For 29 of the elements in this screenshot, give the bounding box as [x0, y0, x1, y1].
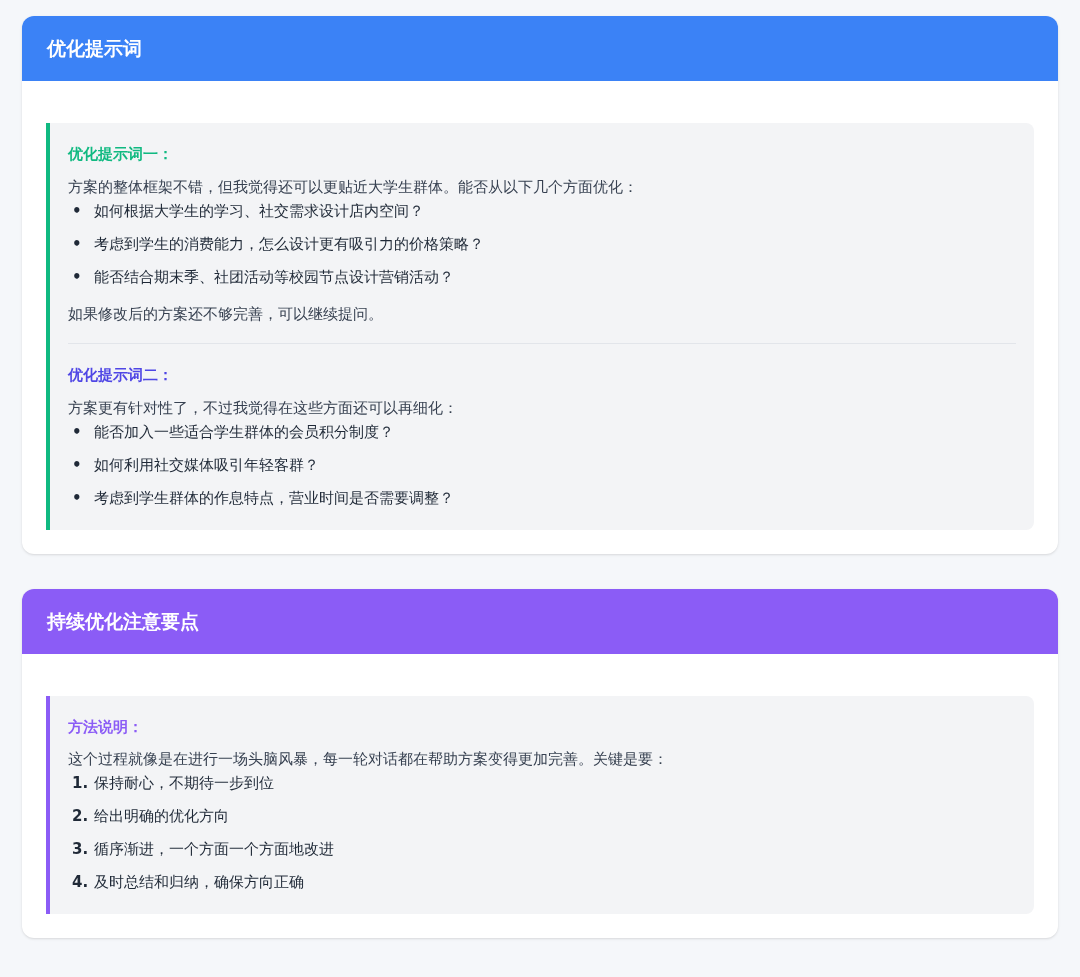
list-item-text: 考虑到学生的消费能力，怎么设计更有吸引力的价格策略？ [94, 233, 484, 255]
intro-text: 这个过程就像是在进行一场头脑风暴，每一轮对话都在帮助方案变得更加完善。关键是要： [68, 749, 669, 770]
list-marker: • [71, 200, 83, 222]
list-item-text: 能否加入一些适合学生群体的会员积分制度？ [94, 421, 394, 443]
list-item-text: 保持耐心，不期待一步到位 [94, 773, 274, 794]
list-marker: 4. [71, 872, 90, 893]
list-item-text: 循序渐进，一个方面一个方面地改进 [94, 839, 334, 860]
list-marker: • [71, 454, 83, 476]
intro-text: 方案的整体框架不错，但我觉得还可以更贴近大学生群体。能否从以下几个方面优化： [68, 176, 639, 198]
card-title: 优化提示词 [47, 36, 142, 62]
outro-text: 如果修改后的方案还不够完善，可以继续提问。 [68, 303, 384, 325]
section-heading: 优化提示词一： [68, 144, 174, 165]
list-marker: • [71, 233, 83, 255]
intro-text: 方案更有针对性了，不过我觉得在这些方面还可以再细化： [68, 397, 459, 419]
section-heading: 方法说明： [68, 716, 144, 738]
list-marker: 3. [71, 839, 90, 860]
list-marker: 1. [71, 773, 90, 794]
list-marker: • [71, 421, 83, 443]
list-item-text: 如何利用社交媒体吸引年轻客群？ [94, 454, 319, 476]
list-marker: • [71, 266, 83, 288]
list-marker: 2. [71, 806, 90, 827]
list-marker: • [71, 487, 83, 509]
list-item-text: 能否结合期末季、社团活动等校园节点设计营销活动？ [94, 266, 454, 288]
card-title: 持续优化注意要点 [47, 608, 199, 634]
section-heading: 优化提示词二： [68, 365, 174, 386]
list-item-text: 考虑到学生群体的作息特点，营业时间是否需要调整？ [94, 487, 454, 509]
list-item-text: 及时总结和归纳，确保方向正确 [94, 872, 304, 893]
list-item-text: 给出明确的优化方向 [94, 806, 229, 827]
list-item-text: 如何根据大学生的学习、社交需求设计店内空间？ [94, 200, 424, 222]
